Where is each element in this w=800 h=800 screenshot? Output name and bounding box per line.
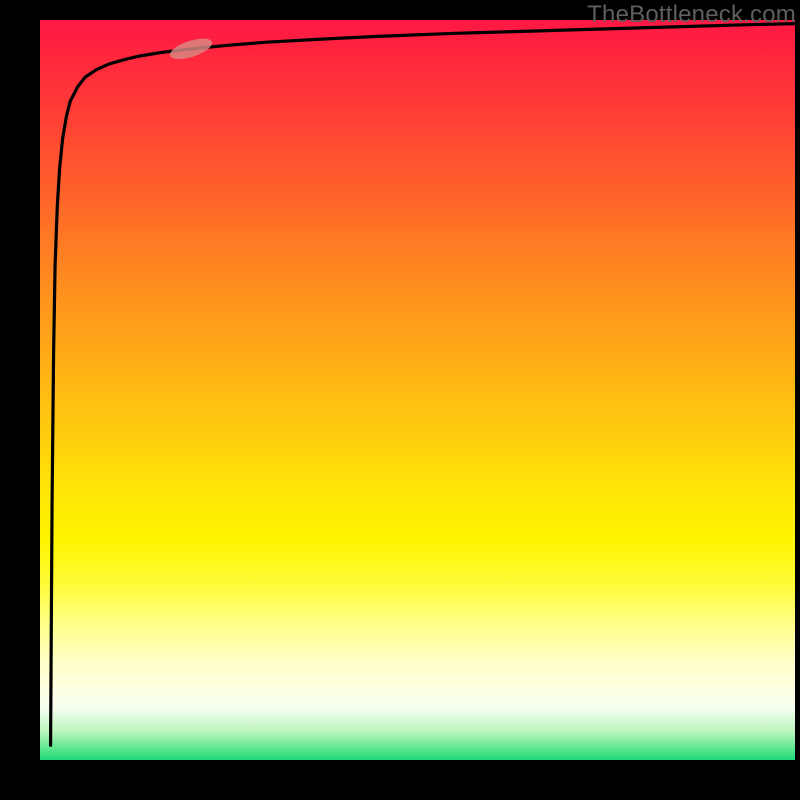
watermark-text: TheBottleneck.com xyxy=(587,1,796,29)
curve-layer xyxy=(40,20,795,760)
chart-frame: TheBottleneck.com xyxy=(0,0,800,800)
bottleneck-curve xyxy=(51,24,795,746)
highlight-marker xyxy=(168,34,215,63)
